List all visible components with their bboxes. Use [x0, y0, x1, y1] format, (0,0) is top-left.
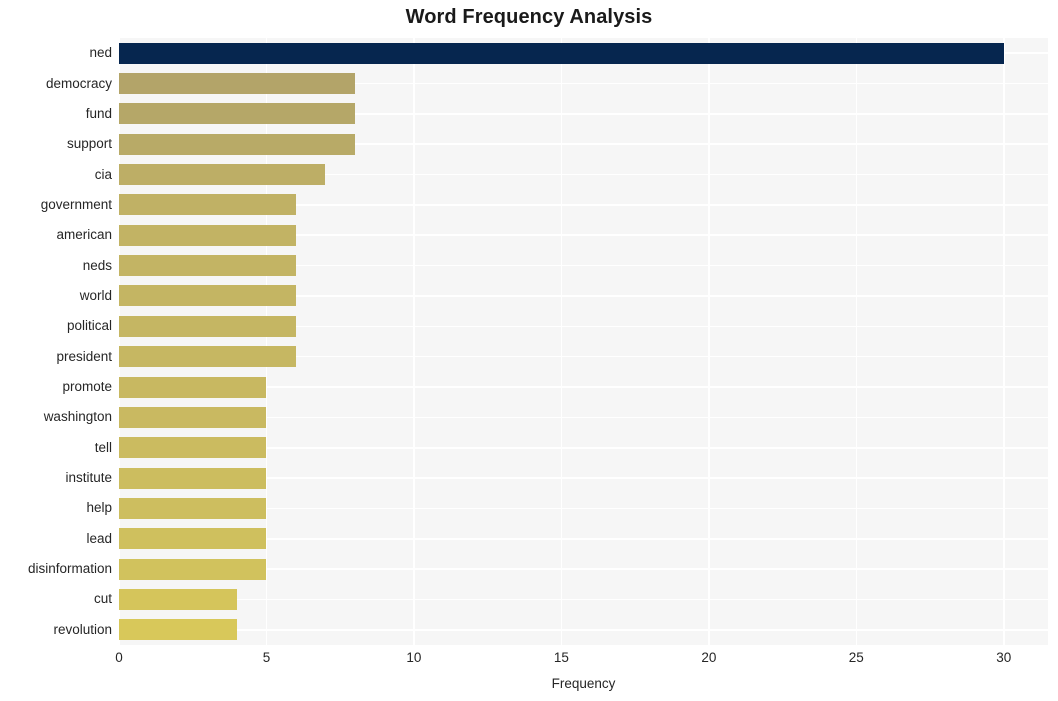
chart-title: Word Frequency Analysis [405, 6, 653, 28]
bar [119, 285, 296, 307]
y-axis-tick-label: help [86, 500, 112, 516]
y-axis-tick-labels: ned democracy fund support cia government amer… [0, 38, 112, 645]
bar [119, 194, 296, 216]
gridline-horizontal [119, 629, 1048, 631]
bar [119, 164, 326, 186]
bar [119, 255, 296, 277]
bar [119, 224, 296, 246]
y-axis-tick-label: fund [85, 105, 112, 121]
x-axis-tick-label: 15 [553, 650, 569, 665]
gridline-vertical [560, 38, 563, 645]
gridline-vertical [708, 38, 710, 645]
x-axis-tick-label: 5 [262, 650, 271, 665]
y-axis-tick-label: democracy [45, 75, 112, 91]
bar [119, 376, 267, 398]
y-axis-tick-label: ned [89, 45, 112, 61]
x-axis-tick-labels: 0 5 10 15 20 25 30 [115, 650, 1048, 670]
y-axis-tick-label: institute [65, 470, 112, 486]
bar [119, 588, 237, 610]
gridline-horizontal [119, 598, 1048, 601]
bar [119, 558, 267, 580]
y-axis-tick-label: lead [86, 530, 112, 546]
y-axis-tick-label: neds [82, 257, 112, 273]
bar [119, 315, 296, 337]
gridline-vertical [855, 38, 858, 645]
bar [119, 497, 267, 519]
gridline-vertical [1002, 38, 1005, 645]
bar [119, 346, 296, 368]
y-axis-tick-label: cia [94, 166, 112, 182]
x-axis-tick-label: 20 [701, 650, 717, 665]
gridline-vertical [265, 38, 268, 645]
bar [119, 73, 355, 95]
y-axis-tick-label: tell [94, 439, 112, 455]
x-axis-tick-label: 0 [115, 650, 123, 665]
gridline-vertical [413, 38, 415, 645]
y-axis-tick-label: president [56, 348, 112, 364]
y-axis-tick-label: promote [62, 379, 112, 395]
y-axis-tick-label: political [66, 318, 112, 334]
bar [119, 406, 267, 428]
y-axis-tick-label: world [79, 287, 112, 303]
y-axis-tick-label: washington [43, 409, 112, 425]
bar [119, 437, 267, 459]
bar [119, 619, 237, 641]
bar [119, 133, 355, 155]
bar [119, 103, 355, 125]
y-axis-tick-label: support [66, 136, 112, 152]
y-axis-tick-label: disinformation [27, 561, 112, 577]
x-axis-title: Frequency [551, 676, 616, 691]
gridline-vertical [119, 38, 120, 645]
y-axis-tick-label: revolution [53, 621, 112, 637]
bar [119, 42, 1004, 64]
y-axis-tick-label: cut [93, 591, 112, 607]
bar [119, 467, 267, 489]
x-axis-tick-label: 25 [848, 650, 864, 665]
bar [119, 528, 267, 550]
y-axis-tick-label: american [56, 227, 112, 243]
x-axis-tick-label: 30 [996, 650, 1012, 665]
y-axis-tick-label: government [40, 196, 112, 212]
x-axis-tick-label: 10 [406, 650, 422, 665]
plot-area [119, 38, 1048, 645]
word-frequency-bar-chart: Word Frequency Analysis ned democracy fund… [0, 0, 1058, 701]
